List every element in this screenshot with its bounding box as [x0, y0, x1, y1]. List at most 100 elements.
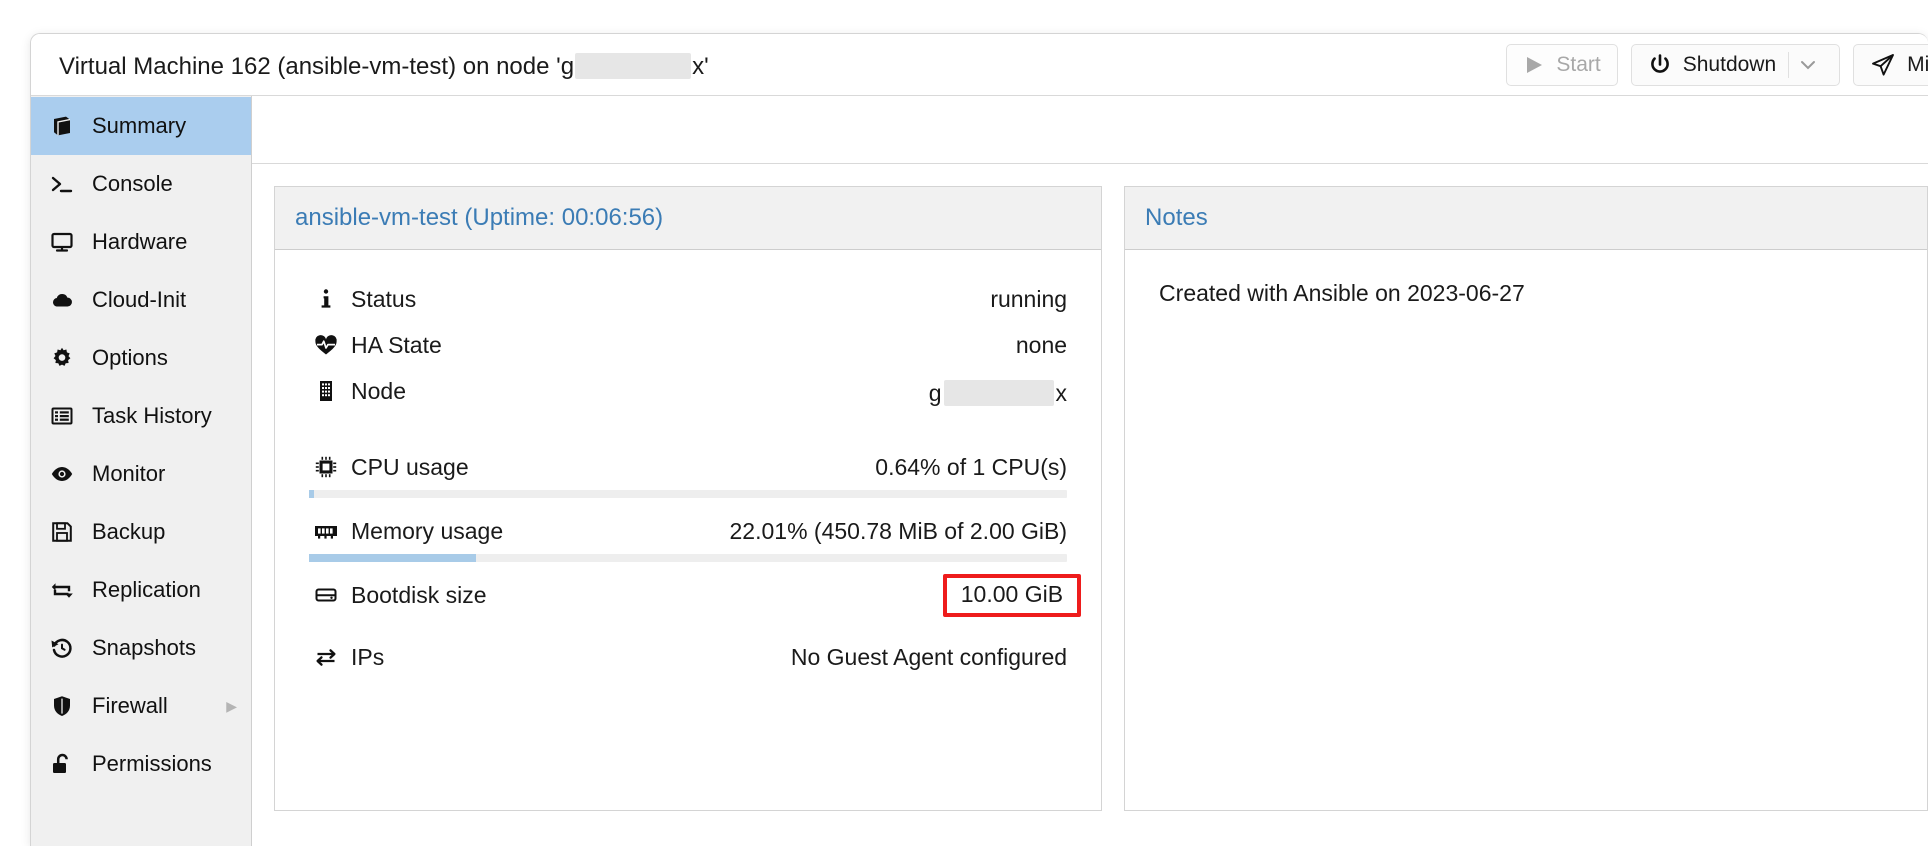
- floppy-icon: [50, 520, 78, 544]
- status-row-cpu-usage: CPU usage 0.64% of 1 CPU(s): [309, 444, 1067, 490]
- sidebar-item-label: Monitor: [92, 461, 166, 486]
- vm-window: Virtual Machine 162 (ansible-vm-test) on…: [30, 33, 1928, 846]
- sidebar-item-label: Firewall: [92, 693, 168, 718]
- window-toolbar: Start Shutdown M: [1506, 44, 1928, 86]
- chevron-down-icon[interactable]: [1793, 59, 1823, 71]
- summary-panels: ansible-vm-test (Uptime: 00:06:56) Statu…: [252, 164, 1928, 811]
- usage-row-label: CPU usage: [351, 453, 469, 480]
- history-icon: [50, 636, 78, 660]
- sidebar-item-label: Console: [92, 171, 173, 196]
- sidebar-item-hardware[interactable]: Hardware: [31, 213, 251, 271]
- status-row-value: gx: [929, 375, 1067, 407]
- status-panel-header: ansible-vm-test (Uptime: 00:06:56): [275, 187, 1102, 250]
- row-spacer: [309, 414, 1067, 444]
- sidebar-item-firewall[interactable]: Firewall ▶: [31, 677, 251, 735]
- terminal-icon: [50, 172, 78, 196]
- shutdown-button-label: Shutdown: [1682, 53, 1777, 76]
- shutdown-button[interactable]: Shutdown: [1630, 44, 1841, 86]
- ips-row-value: No Guest Agent configured: [790, 643, 1068, 670]
- play-icon: [1523, 54, 1545, 76]
- status-row-label: HA State: [351, 331, 442, 358]
- notes-panel-body: Created with Ansible on 2023-06-27: [1159, 280, 1525, 306]
- sidebar-item-replication[interactable]: Replication: [31, 561, 251, 619]
- vm-content: ansible-vm-test (Uptime: 00:06:56) Statu…: [252, 96, 1928, 846]
- eye-icon: [50, 462, 78, 486]
- status-row-status: Status running: [309, 276, 1067, 322]
- gear-icon: [50, 346, 78, 370]
- window-body: Summary Console Hardware Cloud-Init Opti…: [31, 96, 1928, 846]
- cloud-icon: [50, 288, 78, 312]
- migrate-button[interactable]: Mig: [1853, 44, 1928, 86]
- page-title-prefix: Virtual Machine 162 (ansible-vm-test) on…: [59, 53, 561, 80]
- redacted-node-value: [943, 380, 1054, 406]
- sidebar-item-monitor[interactable]: Monitor: [31, 445, 251, 503]
- bootdisk-highlight-annotation: 10.00 GiB: [942, 573, 1082, 617]
- cpu-usage-meter: [309, 490, 1068, 498]
- shield-icon: [50, 694, 78, 718]
- usage-row-value: 22.01% (450.78 MiB of 2.00 GiB): [729, 517, 1068, 544]
- page-title-node-end: x': [692, 53, 709, 80]
- status-row-memory-usage: Memory usage 22.01% (450.78 MiB of 2.00 …: [309, 508, 1067, 554]
- vm-sidebar: Summary Console Hardware Cloud-Init Opti…: [31, 96, 252, 846]
- heartbeat-icon: [309, 334, 343, 356]
- status-row-label: Node: [351, 377, 406, 404]
- status-row-label: Status: [351, 285, 417, 312]
- node-value-start: g: [928, 380, 942, 406]
- notes-panel: Notes Created with Ansible on 2023-06-27: [1124, 186, 1928, 811]
- status-row-ha-state: HA State none: [309, 322, 1067, 368]
- bootdisk-row-label: Bootdisk size: [351, 581, 487, 608]
- node-value-end: x: [1055, 380, 1068, 406]
- bootdisk-row-value-wrapper: 10.00 GiB: [942, 573, 1082, 617]
- migrate-icon: [1870, 52, 1896, 78]
- sidebar-item-label: Task History: [92, 403, 212, 428]
- unlock-icon: [50, 752, 78, 776]
- ips-row-label: IPs: [351, 643, 385, 670]
- exchange-icon: [309, 646, 343, 668]
- list-icon: [50, 404, 78, 428]
- memory-icon: [309, 520, 343, 542]
- chevron-right-icon[interactable]: ▶: [226, 699, 237, 713]
- sidebar-item-label: Snapshots: [92, 635, 196, 660]
- replication-icon: [50, 578, 78, 602]
- row-spacer: [309, 618, 1067, 634]
- info-icon: [309, 287, 343, 311]
- monitor-icon: [50, 230, 78, 254]
- notes-panel-header: Notes: [1125, 187, 1927, 250]
- sidebar-item-options[interactable]: Options: [31, 329, 251, 387]
- sidebar-item-console[interactable]: Console: [31, 155, 251, 213]
- start-button[interactable]: Start: [1506, 44, 1618, 86]
- sidebar-item-label: Summary: [92, 113, 187, 138]
- content-toolbar: [252, 96, 1928, 164]
- redacted-node-name: [575, 53, 692, 79]
- sidebar-item-label: Options: [92, 345, 168, 370]
- status-row-bootdisk-size: Bootdisk size 10.00 GiB: [309, 572, 1082, 618]
- status-panel-body: Status running HA State none Node g x CP…: [275, 250, 1101, 680]
- page-title: Virtual Machine 162 (ansible-vm-test) on…: [59, 48, 709, 81]
- sidebar-item-label: Cloud-Init: [92, 287, 187, 312]
- memory-usage-meter: [309, 554, 1068, 562]
- sidebar-item-label: Replication: [92, 577, 201, 602]
- status-row-ips: IPs No Guest Agent configured: [309, 634, 1067, 680]
- status-row-node: Node gx: [309, 368, 1067, 414]
- page-title-node-start: g: [560, 53, 575, 80]
- migrate-button-label: Mig: [1907, 53, 1928, 76]
- start-button-label: Start: [1556, 53, 1601, 76]
- sidebar-item-label: Hardware: [92, 229, 188, 254]
- screenshot-root: Virtual Machine 162 (ansible-vm-test) on…: [0, 0, 1928, 846]
- sidebar-item-label: Permissions: [92, 751, 212, 776]
- sidebar-item-permissions[interactable]: Permissions: [31, 735, 251, 793]
- sidebar-item-task-history[interactable]: Task History: [31, 387, 251, 445]
- sidebar-item-backup[interactable]: Backup: [31, 503, 251, 561]
- disk-icon: [309, 584, 343, 606]
- power-icon: [1648, 53, 1672, 77]
- usage-row-label: Memory usage: [351, 517, 504, 544]
- sidebar-item-summary[interactable]: Summary: [31, 97, 251, 155]
- book-icon: [50, 114, 78, 138]
- sidebar-item-label: Backup: [92, 519, 166, 544]
- sidebar-item-snapshots[interactable]: Snapshots: [31, 619, 251, 677]
- usage-row-value: 0.64% of 1 CPU(s): [875, 453, 1068, 480]
- status-row-value: none: [1015, 331, 1068, 358]
- sidebar-item-cloud-init[interactable]: Cloud-Init: [31, 271, 251, 329]
- server-icon: [309, 379, 343, 403]
- window-titlebar: Virtual Machine 162 (ansible-vm-test) on…: [31, 34, 1928, 96]
